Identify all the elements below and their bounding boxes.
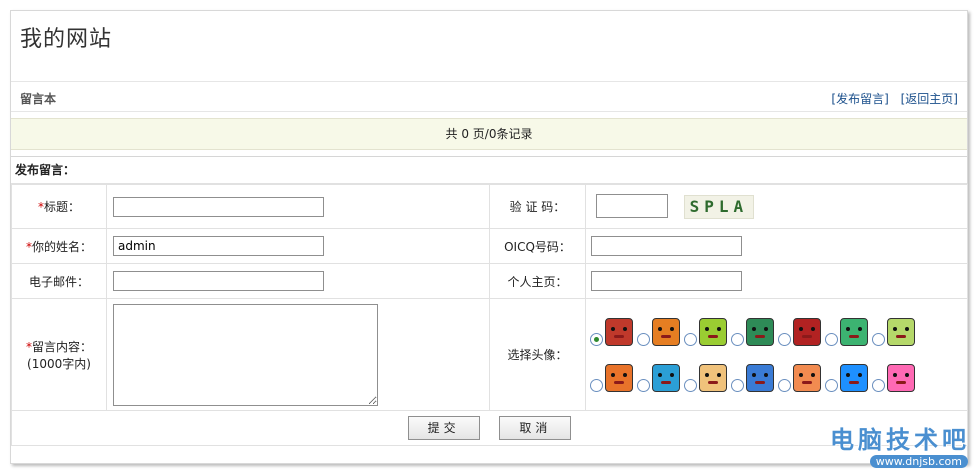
back-home-link[interactable]: [返回主页] [901,92,958,106]
avatar-radio[interactable] [825,333,838,346]
content-textarea[interactable] [113,303,378,406]
avatar-radio[interactable] [778,333,791,346]
captcha-cell: SPLA [585,184,968,229]
avatar-option[interactable] [778,317,821,346]
avatar-option[interactable] [731,317,774,346]
name-label-cell: *你的姓名： [11,228,107,264]
avatar-face-icon [887,317,915,346]
post-message-link[interactable]: [发布留言] [831,92,888,106]
avatar-radio[interactable] [872,333,885,346]
oicq-input-cell [585,228,968,264]
title-label: 标题： [43,200,80,214]
avatar-radio[interactable] [684,379,697,392]
submit-button[interactable]: 提交 [407,416,480,440]
avatar-option[interactable] [590,317,633,346]
avatar-face-icon [605,317,633,346]
watermark-text: 电脑技术吧 [830,426,970,454]
name-input-cell [106,228,490,264]
avatar-option[interactable] [872,317,915,346]
section-bar: 留言本 [发布留言] [返回主页] [11,82,967,112]
email-label: 电子邮件： [11,263,107,299]
avatar-radio[interactable] [637,333,650,346]
avatar-face-icon [793,363,821,392]
cancel-button[interactable]: 取消 [499,416,572,440]
avatar-radio[interactable] [590,379,603,392]
form-header: 发布留言： [11,157,967,184]
avatar-radio[interactable] [637,379,650,392]
homepage-label: 个人主页： [489,263,586,299]
avatar-face-icon [793,317,821,346]
avatar-option[interactable] [637,363,680,392]
oicq-label: OICQ号码： [489,228,586,264]
watermark-url: www.dnjsb.com [869,455,968,468]
avatar-row [590,309,967,355]
homepage-input-cell [585,263,968,299]
avatar-option[interactable] [778,363,821,392]
avatar-face-icon [652,363,680,392]
content-label: 留言内容： [31,339,92,354]
avatar-option[interactable] [637,317,680,346]
avatar-face-icon [746,317,774,346]
avatar-option[interactable] [872,363,915,392]
avatar-radio[interactable] [731,333,744,346]
avatar-face-icon [699,317,727,346]
avatar-face-icon [605,363,633,392]
avatar-option[interactable] [731,363,774,392]
oicq-input[interactable] [591,236,742,256]
captcha-input[interactable] [596,194,668,219]
content-label-cell: *留言内容： (1000字内) [11,298,107,411]
avatar-radio[interactable] [731,379,744,392]
watermark-logo: 电脑技术吧 www.dnjsb.com [821,420,976,470]
captcha-image[interactable]: SPLA [683,194,754,219]
avatar-radio[interactable] [872,379,885,392]
name-input[interactable] [113,236,324,256]
homepage-input[interactable] [591,271,742,291]
name-label: 你的姓名： [31,239,92,254]
avatar-cell [585,298,968,411]
email-input[interactable] [113,271,324,291]
avatar-row [590,355,967,401]
captcha-label: 验 证 码： [489,184,586,229]
site-title: 我的网站 [20,27,113,52]
avatar-radio[interactable] [684,333,697,346]
avatar-label: 选择头像： [489,298,586,411]
form-table: *标题： 验 证 码： SPLA *你的姓名： OICQ号码： [11,184,968,446]
avatar-option[interactable] [825,317,868,346]
title-input[interactable] [113,196,324,217]
content-hint: (1000字内) [27,356,91,371]
message-form: 发布留言： *标题： 验 证 码： SPLA *你的姓名： admin OICQ… [11,156,968,447]
avatar-face-icon [840,363,868,392]
title-label-cell: *标题： [11,184,107,229]
avatar-option[interactable] [590,363,633,392]
avatar-radio[interactable] [590,333,603,346]
avatar-option[interactable] [825,363,868,392]
section-title: 留言本 [20,92,57,106]
avatar-picker [586,303,967,407]
record-count: 共 0 页/0条记录 [11,118,967,150]
avatar-radio[interactable] [778,379,791,392]
avatar-face-icon [699,363,727,392]
avatar-face-icon [652,317,680,346]
avatar-face-icon [887,363,915,392]
avatar-option[interactable] [684,317,727,346]
avatar-option[interactable] [684,363,727,392]
email-input-cell [106,263,490,299]
title-input-cell [106,184,490,229]
avatar-face-icon [746,363,774,392]
content-textarea-cell [106,298,490,411]
top-links: [发布留言] [返回主页] [823,90,958,107]
page-frame: 我的网站 留言本 [发布留言] [返回主页] 共 0 页/0条记录 发布留言： … [10,10,968,464]
avatar-face-icon [840,317,868,346]
avatar-radio[interactable] [825,379,838,392]
